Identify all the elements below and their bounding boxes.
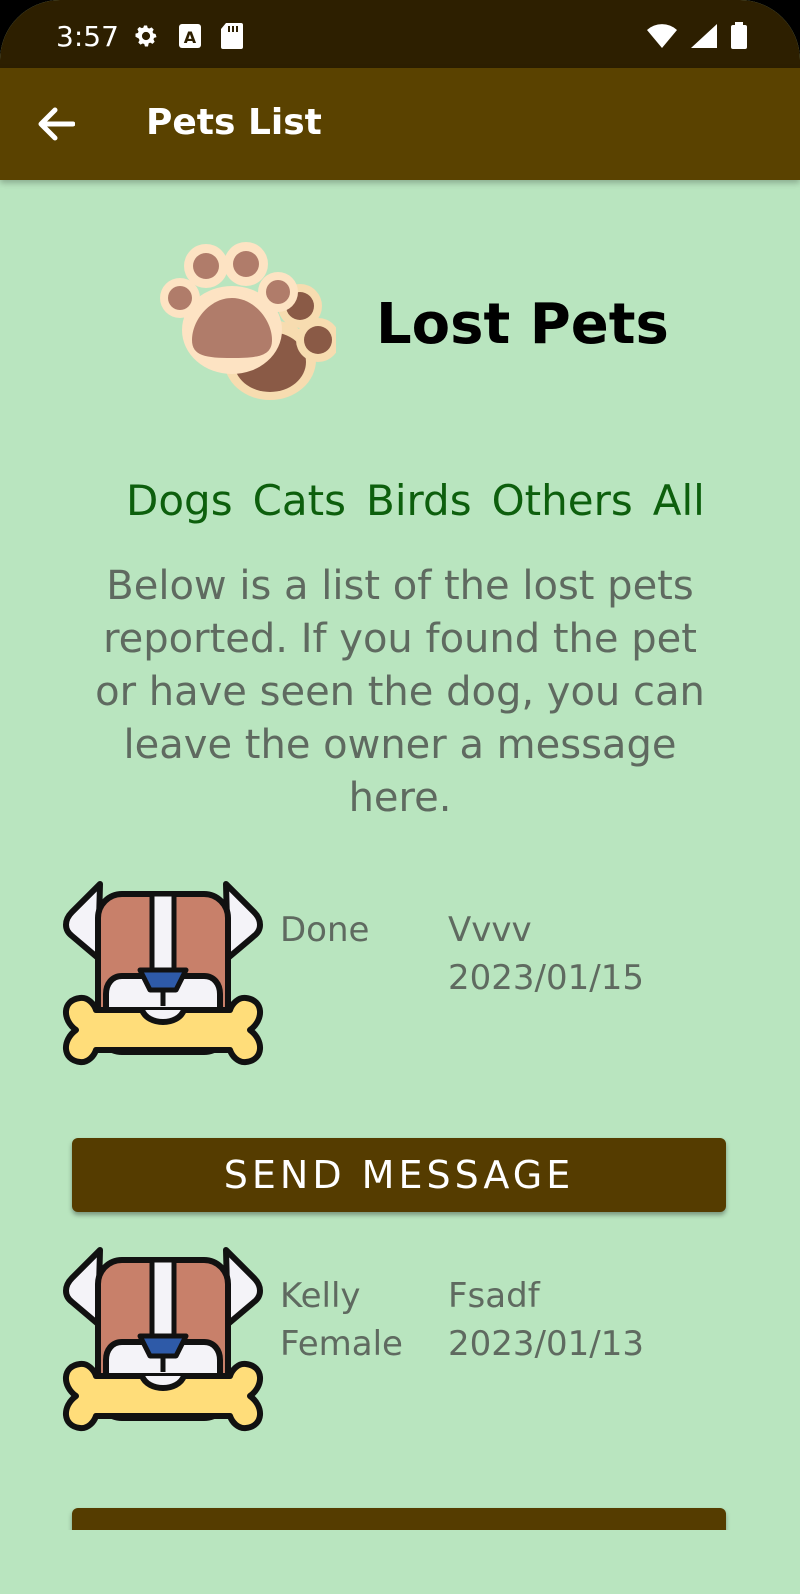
intro-text: Below is a list of the lost pets reporte… (95, 563, 705, 821)
wifi-icon (647, 24, 677, 48)
filter-tabs: Dogs Cats Birds Others All (126, 476, 705, 525)
hero (160, 240, 336, 406)
main-content: Lost Pets Dogs Cats Birds Others All Bel… (0, 180, 800, 1530)
phone-screen: 3:57 A Pets List Lost Pets Dogs Cats Bir… (0, 0, 800, 1594)
status-bar: 3:57 A (0, 0, 800, 68)
pet-name-column: Done (280, 906, 369, 954)
back-button[interactable] (30, 98, 82, 150)
dog-with-bone-icon (63, 1247, 263, 1432)
filter-all[interactable]: All (653, 476, 705, 525)
gear-icon (135, 25, 157, 47)
send-message-button-partial[interactable] (72, 1508, 726, 1530)
arrow-left-icon (38, 107, 75, 141)
filter-birds[interactable]: Birds (366, 476, 472, 525)
bottom-area (0, 1530, 800, 1594)
page-title: Pets List (146, 102, 322, 143)
dog-with-bone-icon (63, 881, 263, 1066)
pet-name: Kelly (280, 1276, 361, 1316)
filter-cats[interactable]: Cats (253, 476, 346, 525)
a-box-icon: A (179, 24, 201, 48)
filter-others[interactable]: Others (492, 476, 633, 525)
svg-text:A: A (184, 28, 197, 47)
pet-list-item: Done Vvvv 2023/01/15 (0, 880, 800, 1100)
app-bar: Pets List (0, 68, 800, 180)
status-time: 3:57 (56, 20, 119, 53)
pet-list-item: Kelly Female Fsadf 2023/01/13 (0, 1246, 800, 1466)
section-title: Lost Pets (376, 292, 669, 357)
battery-icon (731, 22, 747, 49)
send-message-button[interactable]: SEND MESSAGE (72, 1138, 726, 1212)
pet-date: 2023/01/15 (448, 958, 644, 998)
filter-dogs[interactable]: Dogs (126, 476, 233, 525)
paw-icon (160, 242, 336, 400)
pet-date: 2023/01/13 (448, 1324, 644, 1364)
pet-name-column: Kelly Female (280, 1272, 403, 1368)
pet-location: Fsadf (448, 1276, 540, 1316)
pet-info-column: Vvvv 2023/01/15 (448, 906, 644, 1002)
pet-info-column: Fsadf 2023/01/13 (448, 1272, 644, 1368)
pet-name: Done (280, 910, 370, 950)
status-right-icons (646, 22, 748, 50)
pet-location: Vvvv (448, 910, 532, 950)
status-left-icons: A (132, 22, 244, 50)
pet-gender: Female (280, 1324, 403, 1364)
sd-card-icon (221, 23, 243, 49)
signal-icon (691, 24, 717, 48)
